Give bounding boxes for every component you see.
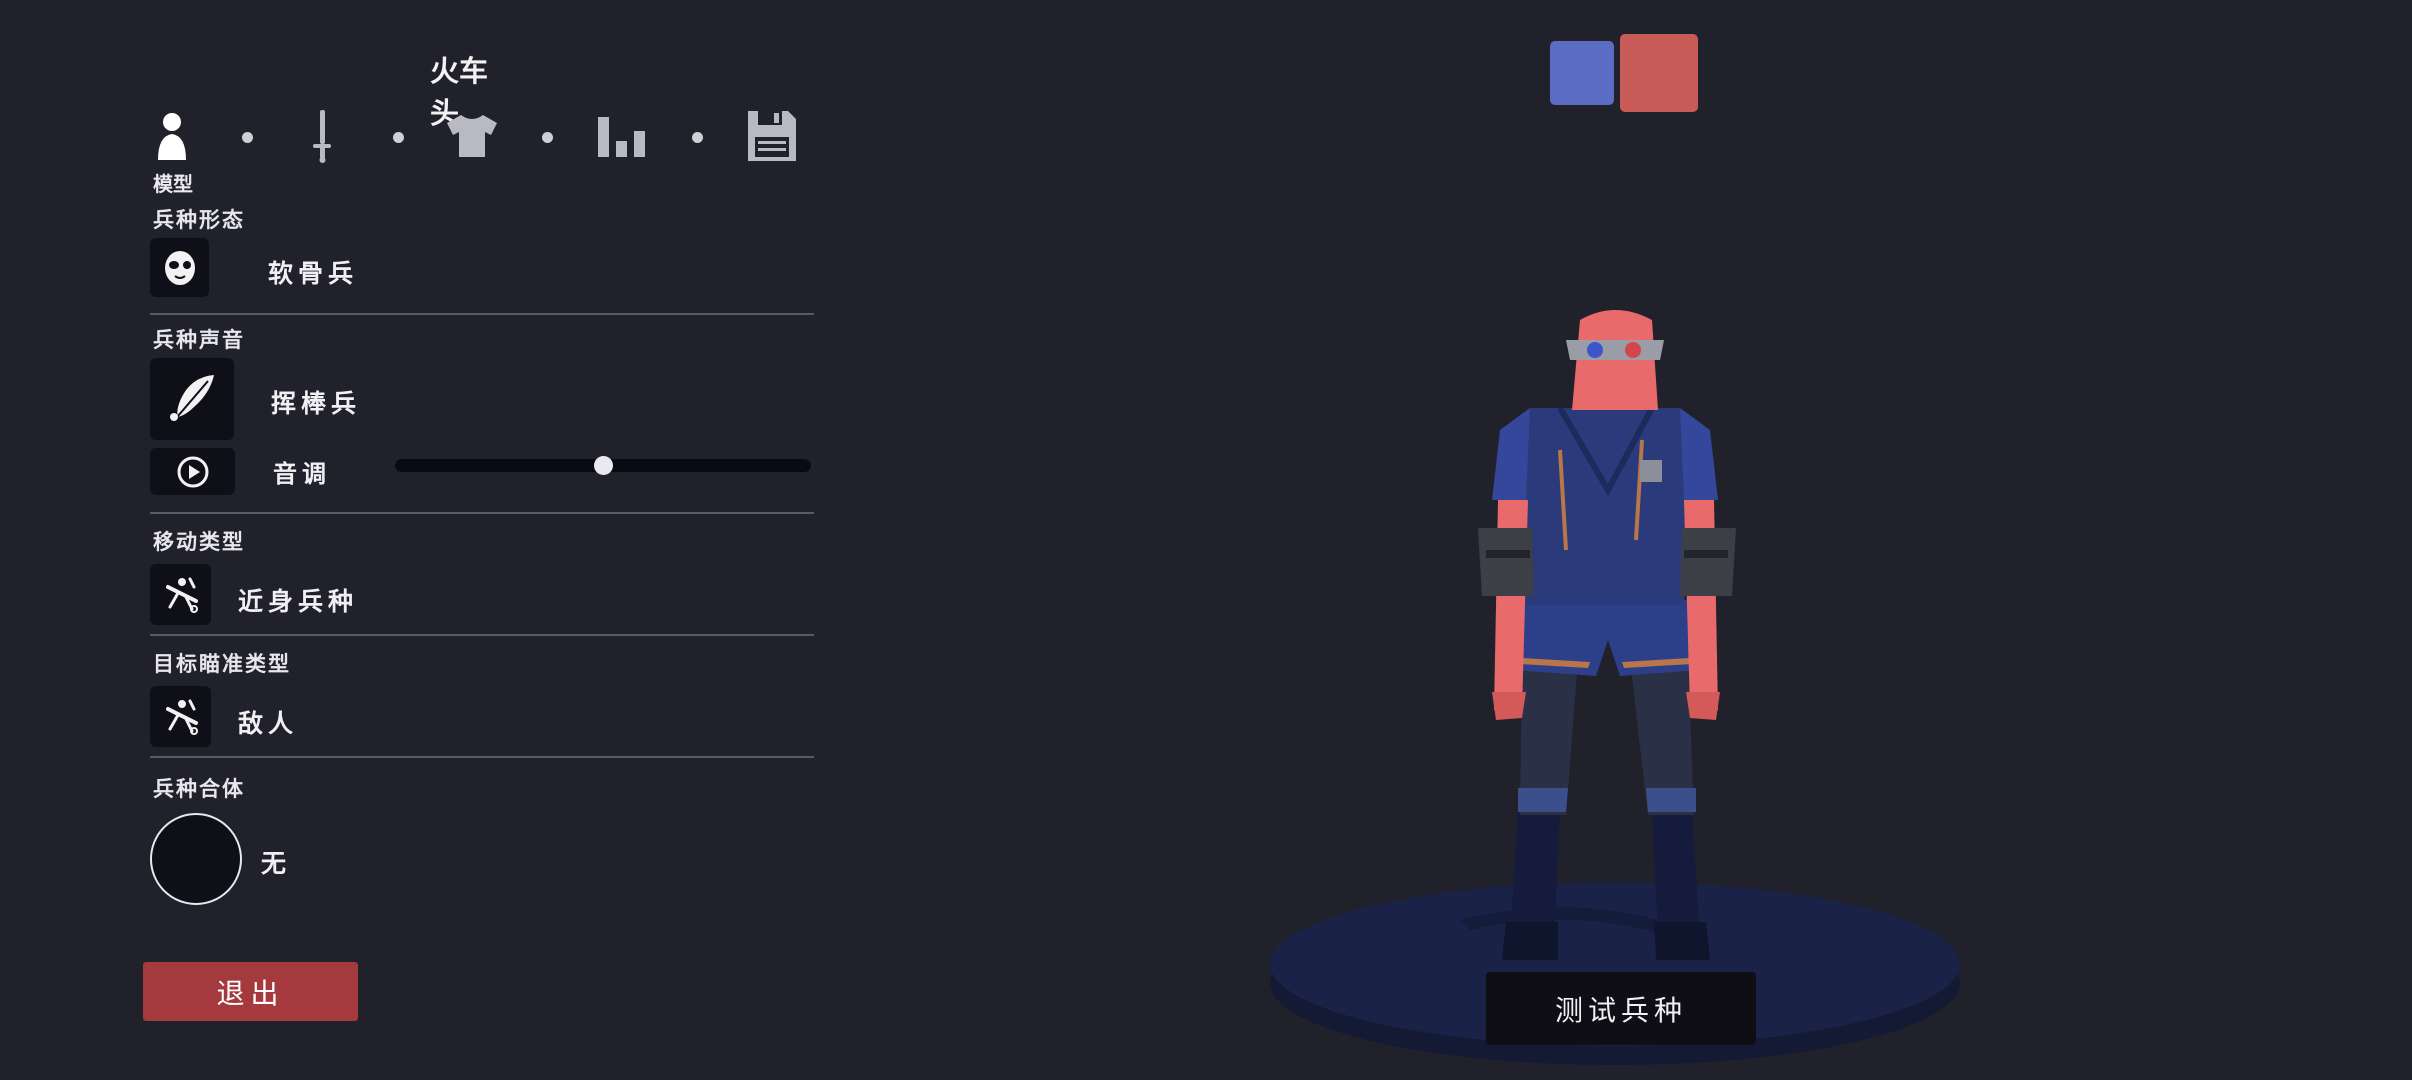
person-icon [158,113,186,160]
movement-type-button[interactable] [150,564,211,625]
tab-separator-dot [692,132,703,143]
section-divider [150,756,814,758]
feather-icon [170,375,214,424]
pitch-label: 音调 [273,460,331,488]
unit-voice-value: 挥棒兵 [271,389,362,418]
tab-clothing[interactable] [440,104,504,168]
play-voice-button[interactable] [150,448,235,495]
test-unit-button[interactable]: 测试兵种 [1486,972,1756,1045]
unit-voice-section-title: 兵种声音 [153,328,245,352]
targeting-type-button[interactable] [150,686,211,747]
movement-type-value: 近身兵种 [238,587,359,616]
tab-save[interactable] [740,104,804,168]
save-icon [748,111,796,161]
team-red-swatch[interactable] [1620,34,1698,112]
section-divider [150,512,814,514]
sword-icon [313,110,331,163]
section-divider [150,634,814,636]
targeting-type-section-title: 目标瞄准类型 [153,652,291,676]
melee-movement-icon [165,577,198,613]
stats-icon [598,117,645,157]
tab-model-label: 模型 [153,172,193,196]
tab-stats[interactable] [590,104,654,168]
tab-model[interactable] [140,104,204,168]
target-enemy-icon [165,699,198,735]
mask-face-icon [164,250,195,285]
play-icon [177,456,208,487]
pitch-slider-thumb[interactable] [593,456,613,475]
unit-preview [1270,310,1960,1065]
unit-form-section-title: 兵种形态 [153,208,245,232]
team-blue-swatch[interactable] [1550,41,1614,105]
exit-button[interactable]: 退出 [143,962,358,1021]
unit-form-button[interactable] [150,238,209,297]
tab-separator-dot [242,132,253,143]
unit-merge-slot[interactable] [150,813,242,905]
unit-voice-button[interactable] [150,358,234,440]
targeting-type-value: 敌人 [238,709,299,738]
unit-model [1478,310,1736,960]
unit-merge-value: 无 [261,849,292,878]
tab-separator-dot [393,132,404,143]
tab-separator-dot [542,132,553,143]
unit-merge-section-title: 兵种合体 [153,777,245,801]
section-divider [150,313,814,315]
shirt-icon [447,115,497,157]
movement-type-section-title: 移动类型 [153,530,245,554]
tab-weapons[interactable] [290,104,354,168]
unit-form-value: 软骨兵 [268,259,359,288]
